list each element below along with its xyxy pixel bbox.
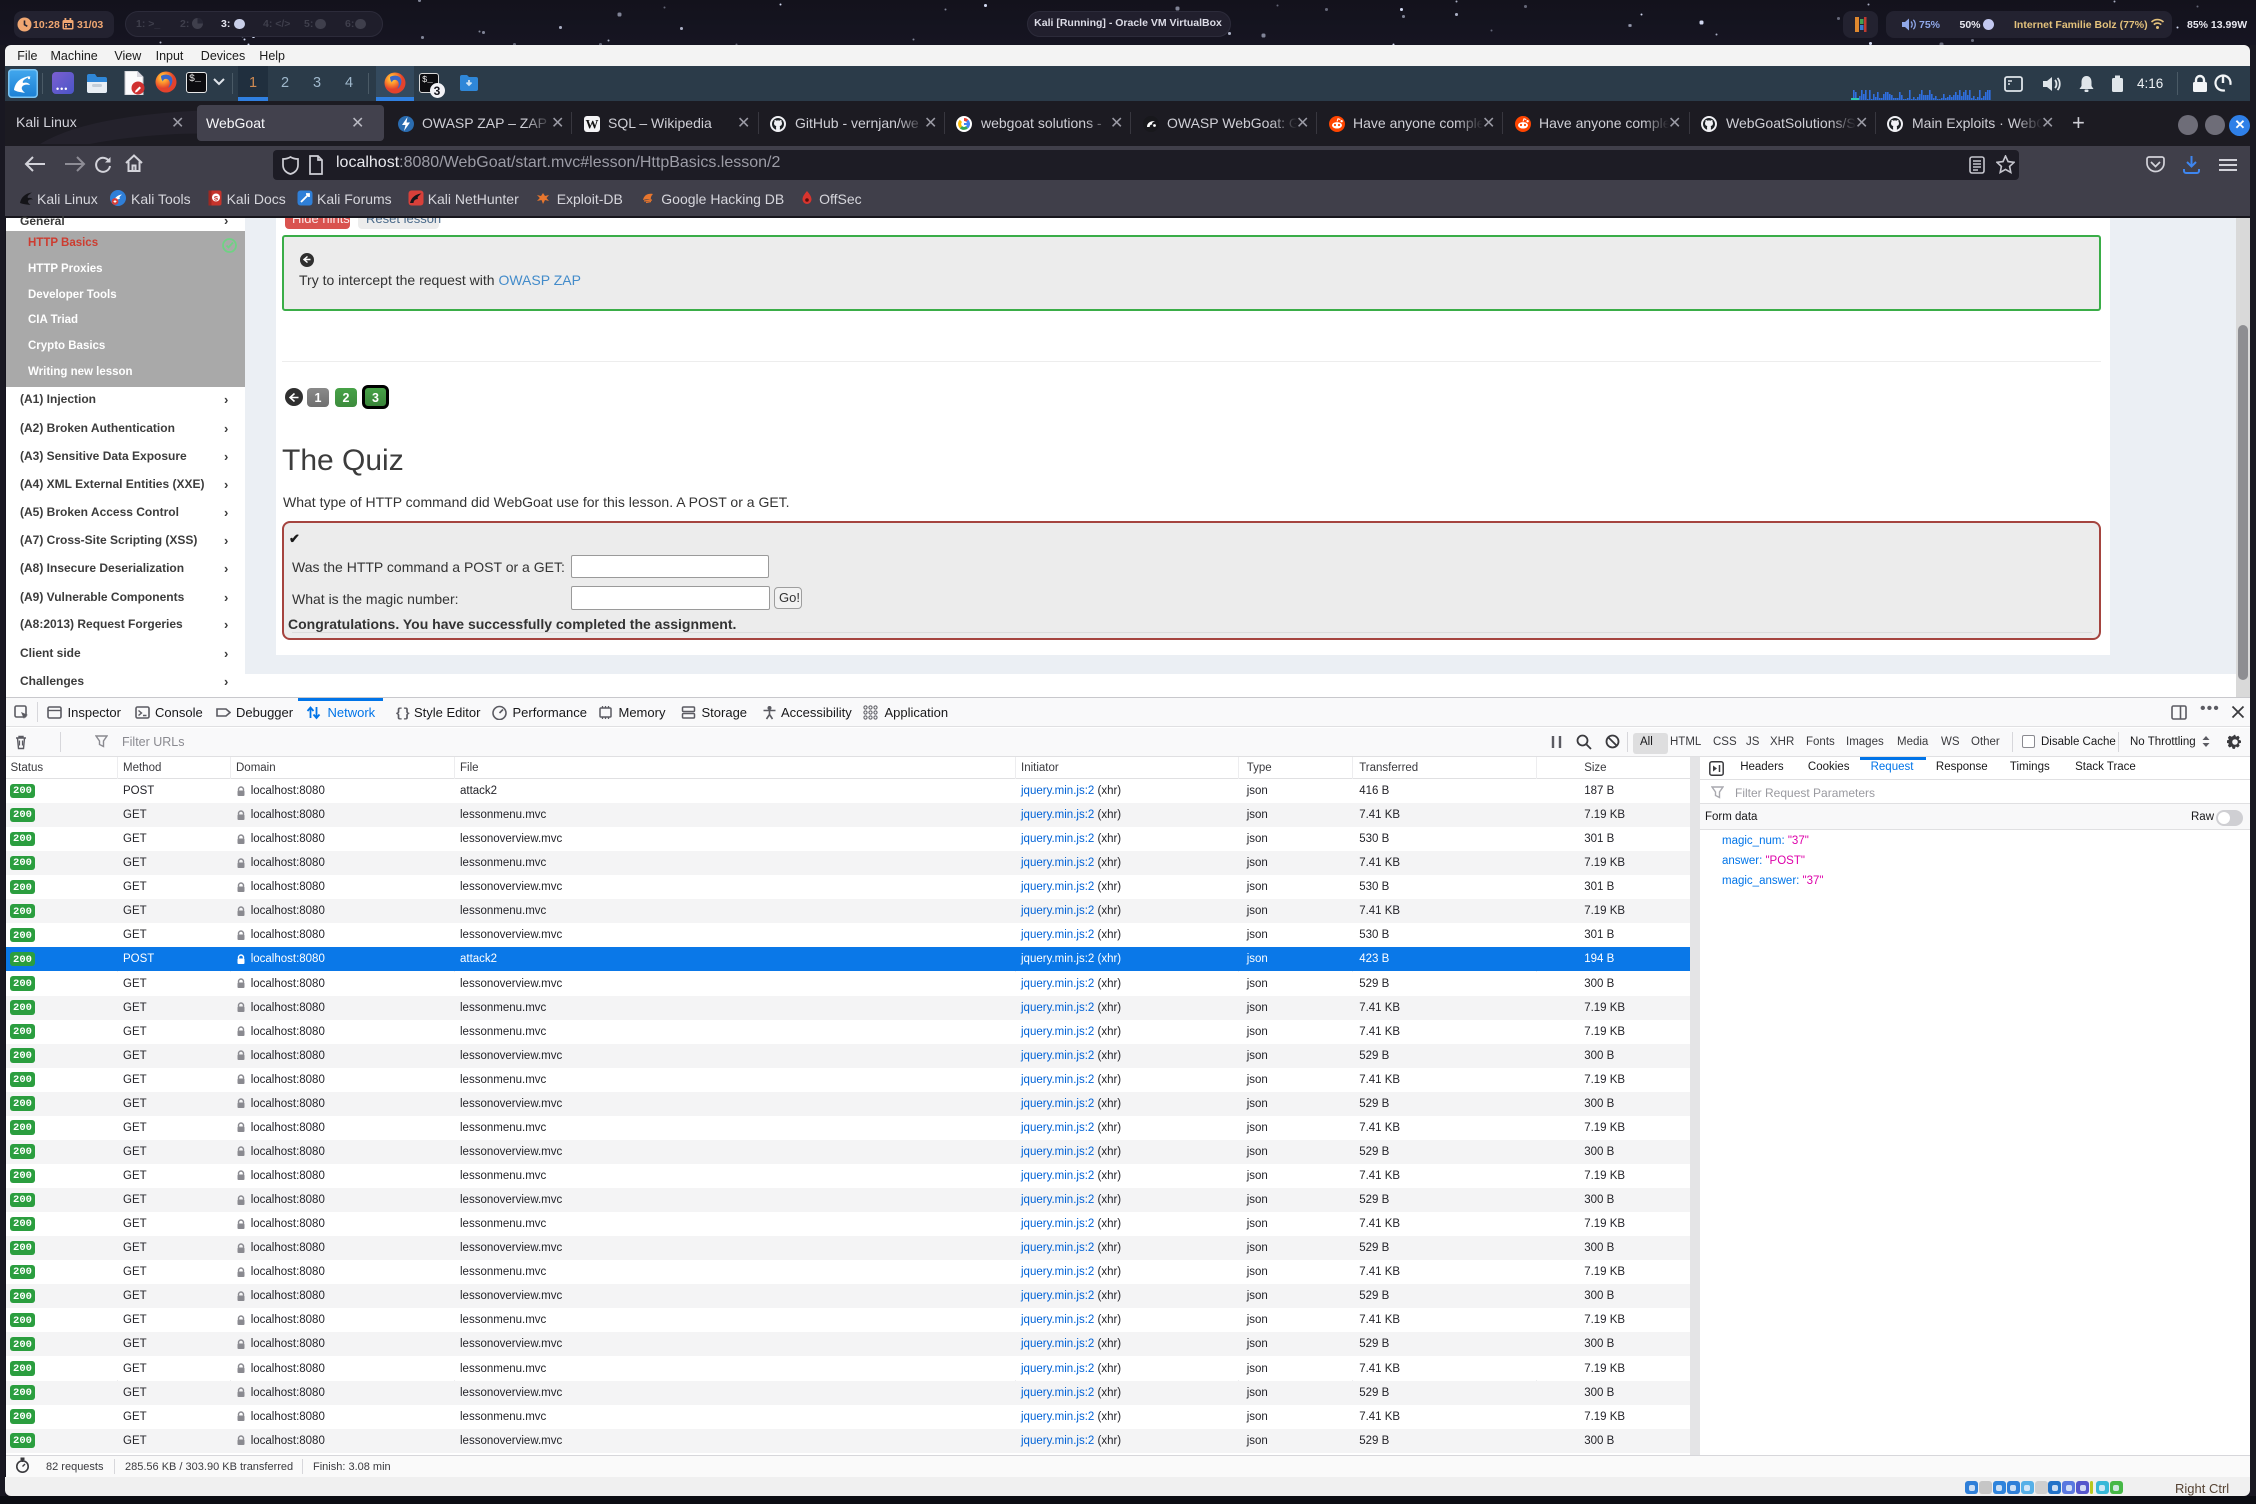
svg-text:W: W [586, 117, 599, 132]
svg-text:s: s [214, 194, 219, 203]
svg-text:{}: {} [395, 706, 410, 720]
